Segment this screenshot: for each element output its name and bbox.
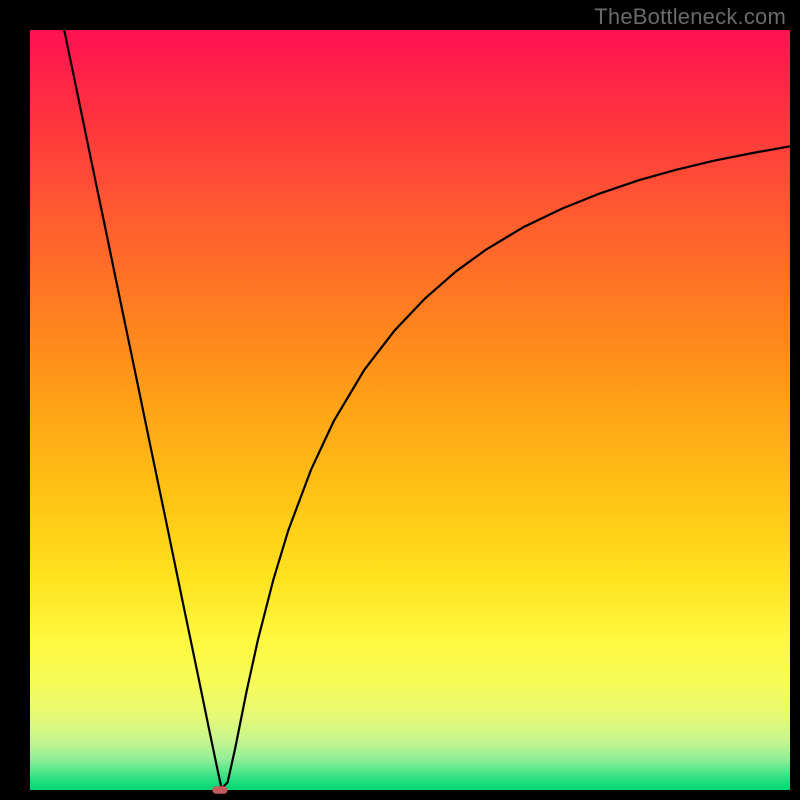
chart-frame: TheBottleneck.com xyxy=(0,0,800,800)
watermark-text: TheBottleneck.com xyxy=(594,4,786,30)
target-marker xyxy=(212,786,227,794)
bottleneck-chart xyxy=(0,0,800,800)
